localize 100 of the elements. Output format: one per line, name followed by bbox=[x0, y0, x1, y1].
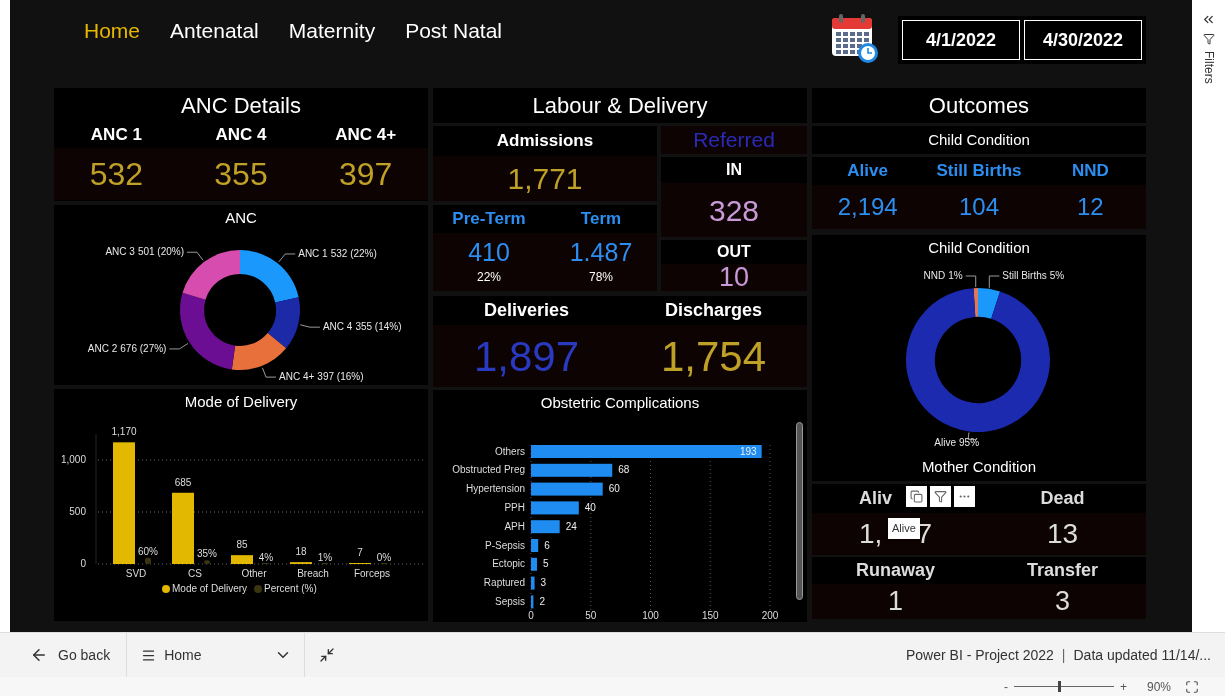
leader-line bbox=[965, 275, 977, 288]
data-label: 2 bbox=[539, 595, 545, 607]
data-label: 35% bbox=[197, 547, 217, 559]
bar bbox=[531, 538, 539, 552]
kpi-value: 410 bbox=[468, 236, 510, 268]
legend-label: Mode of Delivery bbox=[172, 582, 248, 594]
page-tab[interactable]: Home bbox=[84, 20, 141, 41]
data-label: 24 bbox=[565, 520, 577, 532]
page-tab[interactable]: Maternity bbox=[288, 20, 376, 41]
section-title: Referred bbox=[693, 127, 775, 154]
category-label: Obstructed Preg bbox=[452, 463, 525, 475]
page-tab[interactable]: Post Natal bbox=[405, 20, 503, 41]
slice-category: ANC 2 bbox=[87, 342, 118, 354]
slice-value: 501 (20%) bbox=[137, 245, 185, 257]
kpi-value: 104 bbox=[958, 191, 999, 222]
kpi-percent: 22% bbox=[477, 268, 501, 286]
category-label: Other bbox=[241, 567, 267, 579]
kpi-value: 1,754 bbox=[660, 331, 767, 382]
menu-icon bbox=[141, 647, 157, 663]
kpi-value: 1,771 bbox=[507, 160, 583, 197]
kpi-label: Discharges bbox=[664, 299, 763, 322]
kpi-value: 1.487 bbox=[569, 236, 633, 268]
kpi-value: 1 bbox=[888, 588, 903, 615]
data-label: 7 bbox=[357, 546, 363, 558]
filter-icon[interactable] bbox=[1202, 33, 1215, 45]
bar bbox=[531, 500, 579, 514]
kpi-label: Aliv bbox=[859, 487, 892, 510]
legend-dot bbox=[162, 584, 170, 593]
kpi-label: Term bbox=[580, 208, 622, 230]
zoom-percent: 90% bbox=[1146, 678, 1171, 696]
kpi-value: 1,897 bbox=[473, 331, 580, 382]
data-label: 68 bbox=[618, 463, 630, 475]
slice-category: Alive bbox=[934, 436, 957, 448]
data-label: 40 bbox=[584, 501, 596, 513]
category-label: P-Sepsis bbox=[485, 539, 525, 551]
kpi-label: Transfer bbox=[1026, 559, 1098, 582]
category-label: CS bbox=[188, 567, 202, 579]
slice-category: ANC 4 bbox=[322, 320, 353, 332]
data-label: 0% bbox=[376, 551, 392, 563]
kpi-label: Runaway bbox=[856, 559, 935, 582]
separator: | bbox=[1061, 645, 1066, 665]
data-label: 3 bbox=[540, 576, 547, 588]
data-label: 85 bbox=[236, 538, 248, 550]
zoom-slider[interactable] bbox=[1013, 681, 1114, 692]
kpi-value: 12 bbox=[1076, 191, 1104, 222]
slice-value: 5% bbox=[1049, 269, 1065, 281]
start-date-field[interactable]: 4/1/2022 bbox=[902, 20, 1020, 60]
leader-line bbox=[168, 342, 189, 349]
minimize-icon[interactable] bbox=[319, 647, 336, 663]
kpi-label: Dead bbox=[1040, 487, 1085, 510]
scrollbar[interactable] bbox=[796, 422, 803, 600]
data-label: 60 bbox=[608, 482, 620, 494]
tooltip: Alive bbox=[888, 518, 920, 539]
slice-category: ANC 1 bbox=[298, 247, 328, 259]
zoom-slider-thumb[interactable] bbox=[1057, 681, 1061, 692]
data-label: 1,170 bbox=[111, 425, 137, 437]
chart-title: ANC bbox=[225, 208, 257, 228]
category-label: Ectopic bbox=[492, 557, 525, 569]
slice-category: Still Births bbox=[1002, 269, 1047, 281]
end-date-field[interactable]: 4/30/2022 bbox=[1024, 20, 1142, 60]
kpi-label: NND bbox=[1071, 160, 1109, 182]
kpi-label: ANC 4+ bbox=[335, 124, 397, 146]
data-label: 1% bbox=[317, 551, 333, 563]
subsection-title: Mother Condition bbox=[921, 456, 1037, 477]
data-label: 18 bbox=[295, 545, 307, 557]
bar bbox=[531, 594, 534, 608]
category-label: Breach bbox=[297, 567, 329, 579]
axis-tick-label: 0 bbox=[80, 557, 86, 569]
card-title: ANC Details bbox=[181, 91, 301, 120]
kpi-value: 532 bbox=[89, 154, 144, 194]
calendar-icon bbox=[830, 12, 880, 64]
page-tab[interactable]: Antenatal bbox=[170, 20, 259, 41]
kpi-value: 1, bbox=[859, 517, 883, 551]
kpi-label: ANC 4 bbox=[215, 124, 267, 146]
slice-value: 95% bbox=[959, 436, 980, 448]
data-label: 5 bbox=[542, 557, 549, 569]
zoom-out-button[interactable]: - bbox=[1003, 677, 1008, 696]
kpi-value: 10 bbox=[718, 264, 749, 291]
kpi-value: 355 bbox=[214, 154, 268, 194]
leader-line bbox=[988, 275, 1000, 288]
kpi-label: Alive bbox=[847, 160, 888, 182]
filters-label[interactable]: Filters bbox=[1199, 51, 1218, 84]
leader-line bbox=[278, 253, 296, 262]
slice-category: ANC 3 bbox=[105, 245, 135, 257]
kpi-label: Pre-Term bbox=[452, 208, 526, 230]
zoom-in-button[interactable]: + bbox=[1119, 677, 1127, 696]
data-label: 685 bbox=[174, 476, 192, 488]
category-label: Raptured bbox=[483, 576, 525, 588]
kpi-value: 13 bbox=[1046, 517, 1079, 551]
kpi-label: Admissions bbox=[496, 130, 594, 152]
chart-title: Mode of Delivery bbox=[184, 392, 298, 412]
kpi-value: 397 bbox=[339, 154, 393, 194]
section-title: Outcomes bbox=[928, 92, 1030, 120]
copy-icon[interactable] bbox=[906, 486, 927, 507]
fit-to-page-icon[interactable] bbox=[1185, 679, 1199, 694]
axis-tick-label: 100 bbox=[642, 609, 659, 621]
kpi-label: IN bbox=[726, 160, 742, 180]
slice-value: 532 (22%) bbox=[330, 247, 377, 259]
filter-icon[interactable] bbox=[930, 486, 951, 507]
chart-title: Obstetric Complications bbox=[540, 393, 700, 413]
